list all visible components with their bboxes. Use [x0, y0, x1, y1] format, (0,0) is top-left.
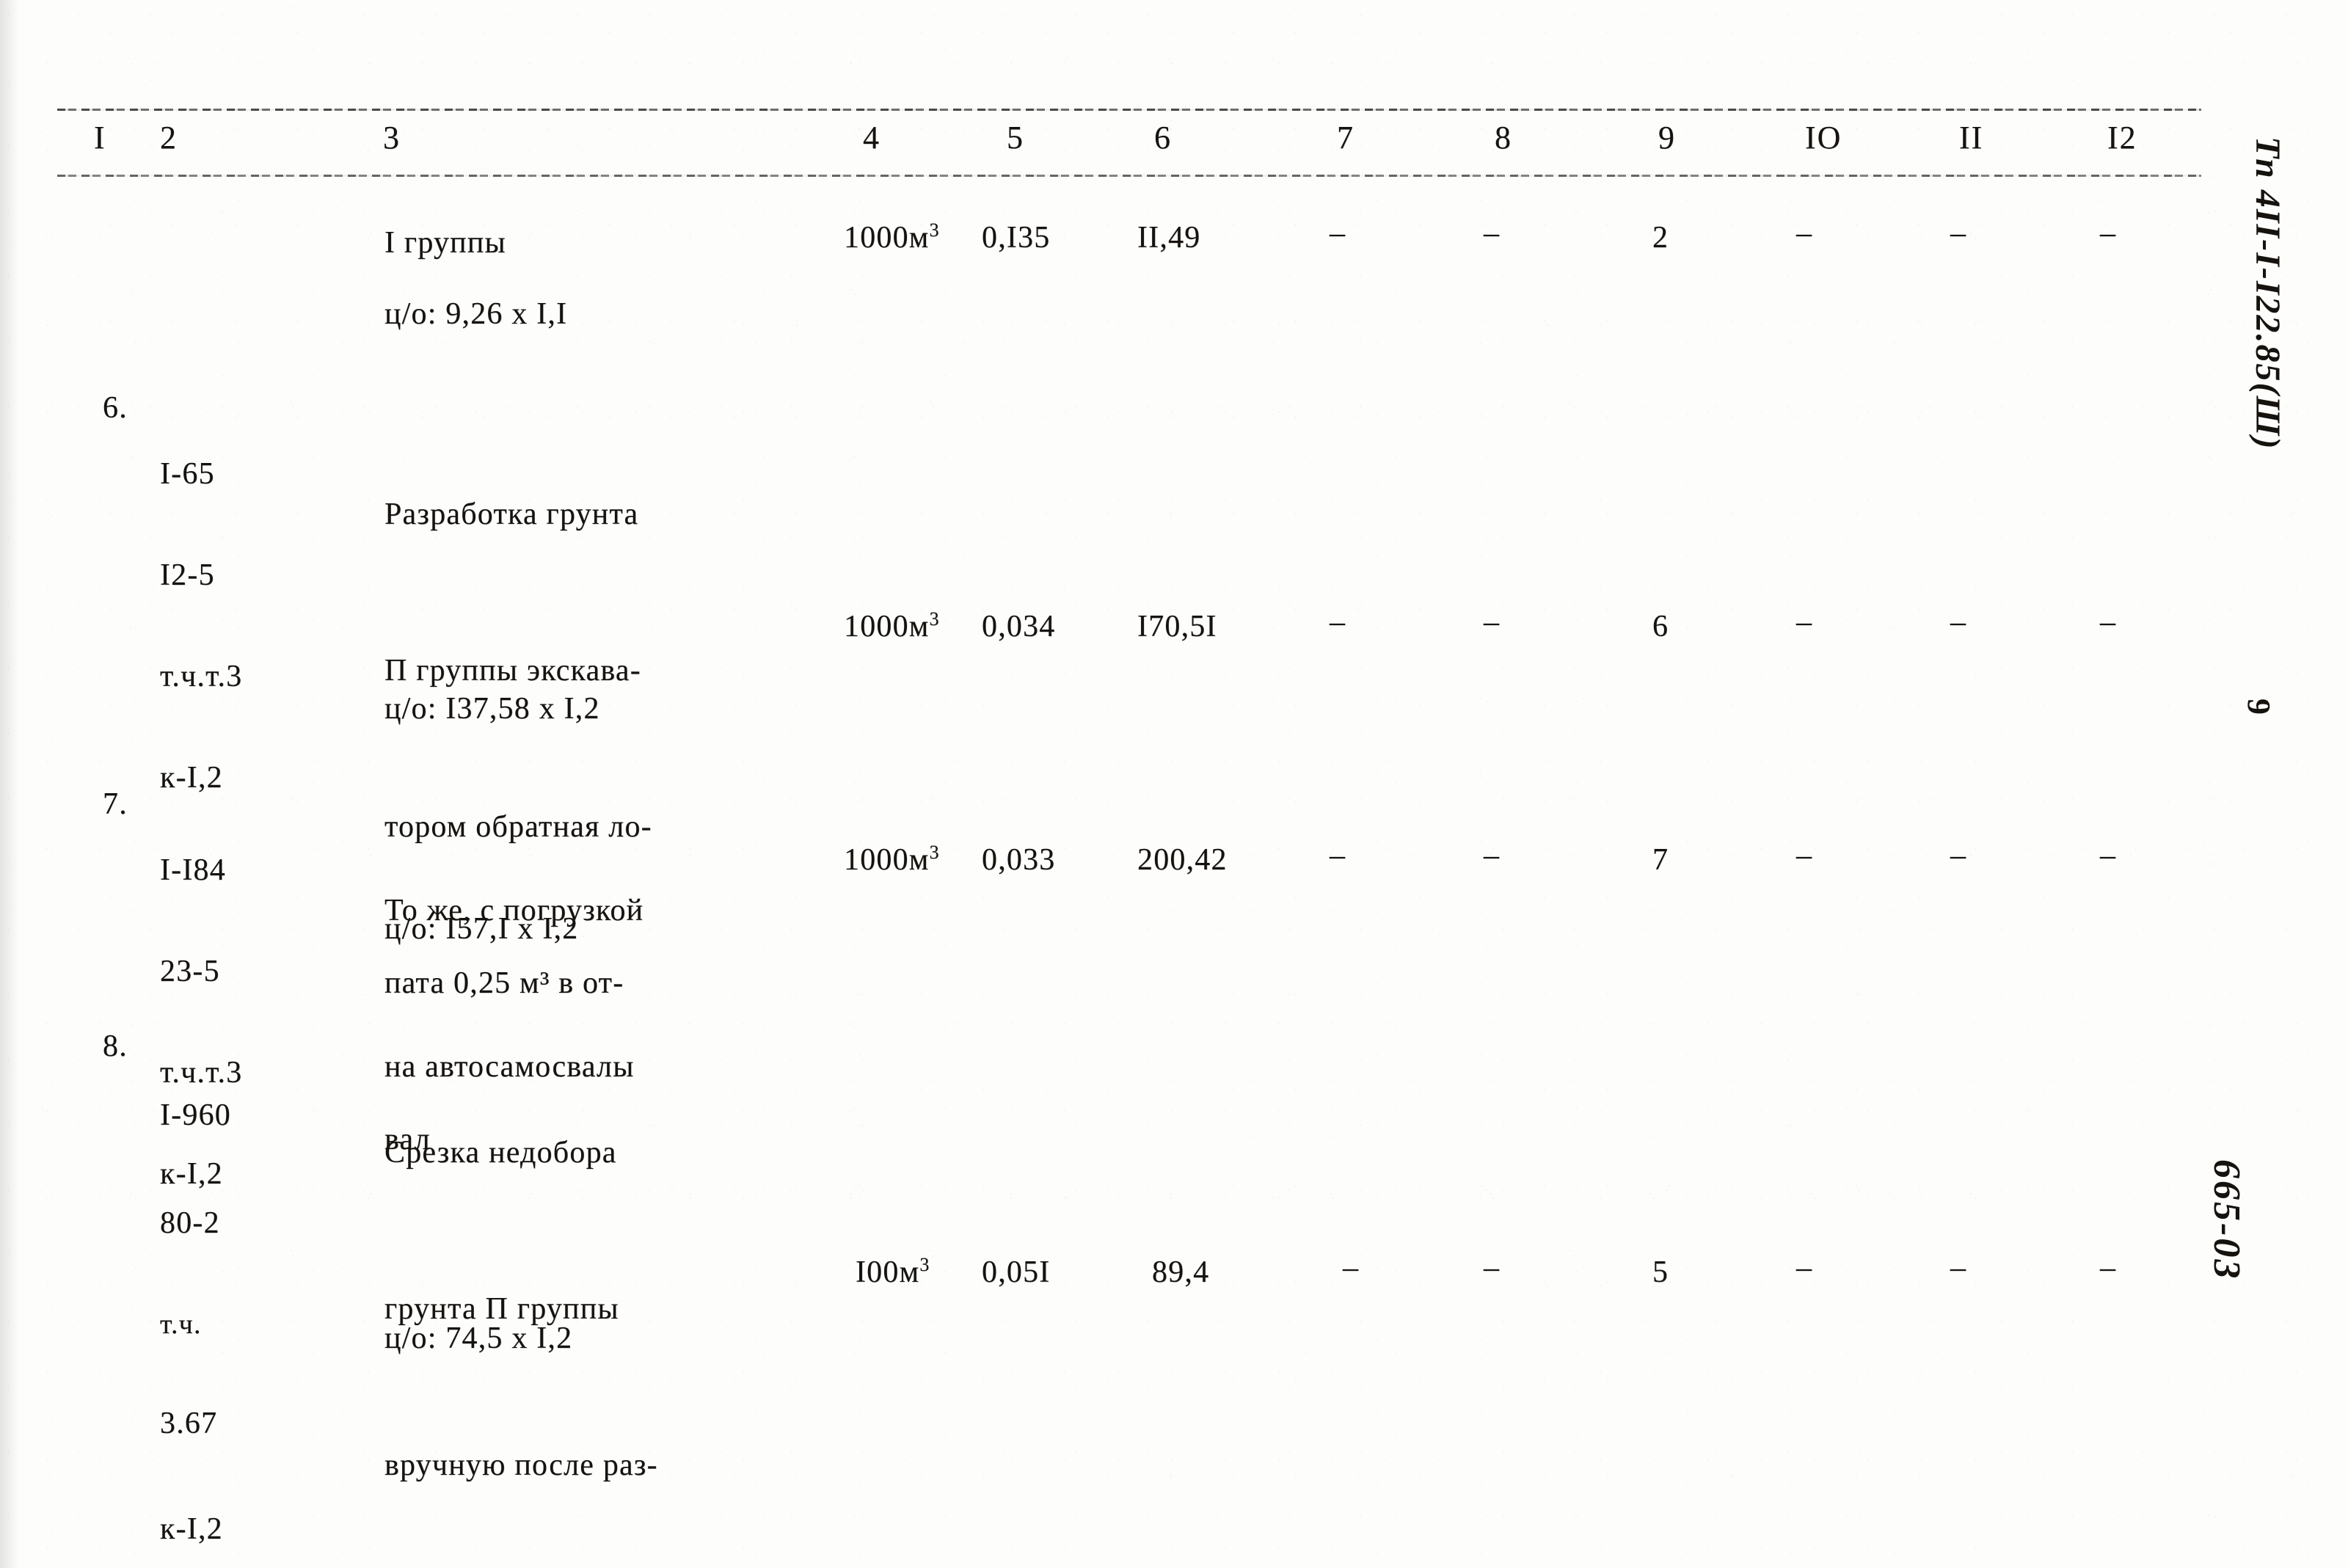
column-header-8: 8	[1495, 120, 1512, 156]
row-number: 7.	[103, 787, 128, 821]
column-header-6: 6	[1154, 120, 1172, 156]
row-quantity: 0,I35	[982, 221, 1051, 255]
column-header-10: IO	[1805, 120, 1842, 156]
row-code-line: т.ч.	[160, 1309, 202, 1340]
row-quantity: 0,033	[982, 843, 1056, 877]
row-price: 200,42	[1137, 843, 1228, 877]
row-unit: 1000м3	[844, 839, 939, 880]
row-quantity: 0,05I	[982, 1255, 1051, 1289]
scanned-document-page: I 2 3 4 5 6 7 8 9 IO II I2 I группы 1000…	[0, 0, 2348, 1568]
row-col11: –	[1950, 1251, 1967, 1285]
row-code-line: т.ч.т.3	[160, 660, 243, 693]
column-header-2: 2	[160, 120, 178, 156]
row-coefficient-line: ц/о: I57,I x I,2	[384, 912, 579, 946]
row-col7: –	[1330, 605, 1346, 639]
row-description-line: Срезка недобора	[384, 1136, 617, 1170]
row-col11: –	[1950, 605, 1967, 639]
row-description-line: I группы	[384, 226, 506, 260]
row-code-line: I-65	[160, 457, 215, 491]
row-col8: –	[1484, 839, 1501, 872]
row-description-line: Разработка грунта	[384, 497, 639, 531]
row-col7: –	[1330, 216, 1346, 250]
row-code-line: I2-5	[160, 558, 215, 592]
row-coefficient-line: ц/о: I37,58 x I,2	[384, 692, 600, 726]
row-code-line: к-I,2	[160, 1512, 223, 1546]
row-unit: 1000м3	[844, 606, 939, 647]
row-code-block: I-960 80-2 т.ч. 3.67 к-I,2	[160, 1026, 231, 1568]
row-code-line: 80-2	[160, 1206, 220, 1240]
row-col7: –	[1343, 1251, 1360, 1285]
row-col12: –	[2100, 839, 2117, 872]
row-description-line: вручную после раз-	[384, 1448, 658, 1482]
page-edge-shadow	[0, 0, 19, 1568]
table-header-rule-bottom	[57, 175, 2201, 177]
row-col10: –	[1796, 1251, 1813, 1285]
document-code-margin: Тп 4II-I-I22.85(Ш)	[2248, 136, 2287, 451]
row-col11: –	[1950, 839, 1967, 872]
column-header-12: I2	[2107, 120, 2137, 156]
row-coefficient-line: ц/о: 74,5 x I,2	[384, 1321, 573, 1355]
column-header-1: I	[94, 120, 106, 156]
column-header-4: 4	[863, 120, 880, 156]
row-coefficient-line: ц/о: 9,26 x I,I	[384, 297, 568, 331]
row-col9: 6	[1652, 610, 1669, 643]
row-col10: –	[1796, 839, 1813, 872]
row-quantity: 0,034	[982, 610, 1056, 643]
table-header-rule-top	[57, 109, 2201, 111]
row-description: Срезка недобора грунта П группы вручную …	[384, 1023, 658, 1568]
row-code-line: I-I84	[160, 853, 226, 887]
row-unit-exponent: 3	[929, 608, 939, 630]
row-code-line: 23-5	[160, 955, 220, 988]
row-unit-text: 1000м	[844, 843, 930, 877]
row-col10: –	[1796, 216, 1813, 250]
row-unit-text: I00м	[856, 1255, 920, 1289]
sheet-code-margin: 665-03	[2206, 1159, 2247, 1281]
row-col8: –	[1484, 216, 1501, 250]
row-price: 89,4	[1152, 1255, 1210, 1289]
column-header-11: II	[1959, 120, 1984, 156]
row-price: I70,5I	[1137, 610, 1217, 643]
row-col12: –	[2100, 216, 2117, 250]
column-header-3: 3	[383, 120, 401, 156]
column-header-7: 7	[1337, 120, 1355, 156]
row-col8: –	[1484, 605, 1501, 639]
row-price: II,49	[1137, 221, 1201, 255]
row-unit-text: 1000м	[844, 610, 930, 643]
row-number: 6.	[103, 391, 128, 425]
row-col8: –	[1484, 1251, 1501, 1285]
row-unit: 1000м3	[844, 217, 939, 258]
row-col12: –	[2100, 1251, 2117, 1285]
row-code-line: I-960	[160, 1098, 231, 1132]
page-number-margin: 9	[2241, 699, 2277, 715]
row-col10: –	[1796, 605, 1813, 639]
row-col9: 5	[1652, 1255, 1669, 1289]
row-col9: 2	[1652, 221, 1669, 255]
row-col12: –	[2100, 605, 2117, 639]
row-unit: I00м3	[856, 1252, 929, 1293]
row-col9: 7	[1652, 843, 1669, 877]
column-header-9: 9	[1658, 120, 1676, 156]
row-col7: –	[1330, 839, 1346, 872]
row-unit-exponent: 3	[929, 219, 939, 241]
row-number: 8.	[103, 1029, 128, 1063]
row-col11: –	[1950, 216, 1967, 250]
row-unit-exponent: 3	[929, 842, 939, 863]
row-code-line: 3.67	[160, 1407, 218, 1440]
column-header-5: 5	[1007, 120, 1024, 156]
row-unit-exponent: 3	[919, 1254, 930, 1275]
row-unit-text: 1000м	[844, 221, 930, 255]
